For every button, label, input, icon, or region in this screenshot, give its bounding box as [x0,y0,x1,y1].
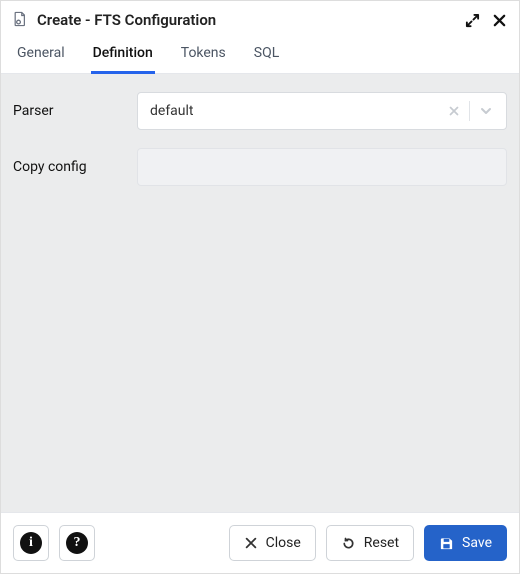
close-icon[interactable] [492,13,507,28]
close-button-label: Close [266,535,301,551]
save-button[interactable]: Save [424,525,507,561]
parser-row: Parser default [13,92,507,130]
parser-select[interactable]: default [137,92,507,130]
parser-select-value: default [150,103,441,119]
window-titlebar: Create - FTS Configuration [1,1,519,37]
dialog-footer: i ? Close Reset Save [1,512,519,573]
help-button[interactable]: ? [59,525,95,561]
tab-general[interactable]: General [15,37,67,74]
close-button[interactable]: Close [229,525,316,561]
info-button[interactable]: i [13,525,49,561]
save-icon [439,536,454,551]
tab-bar: General Definition Tokens SQL [1,37,519,74]
window-title: Create - FTS Configuration [37,11,216,29]
reset-button-label: Reset [364,535,399,551]
parser-label: Parser [13,103,137,119]
definition-panel: Parser default Copy config [1,74,519,512]
clear-icon[interactable] [441,93,467,129]
help-icon: ? [66,532,88,554]
chevron-down-icon[interactable] [472,93,498,129]
expand-icon[interactable] [465,13,480,28]
select-divider [469,101,470,121]
tab-definition[interactable]: Definition [91,37,155,74]
close-x-icon [244,536,258,550]
reset-button[interactable]: Reset [326,525,414,561]
tab-sql[interactable]: SQL [252,37,281,74]
tab-tokens[interactable]: Tokens [179,37,228,74]
save-button-label: Save [462,535,492,551]
info-icon: i [20,532,42,554]
copy-config-row: Copy config [13,148,507,186]
copy-config-label: Copy config [13,159,137,175]
copy-config-select[interactable] [137,148,507,186]
reset-icon [341,536,356,551]
document-icon [13,11,29,29]
